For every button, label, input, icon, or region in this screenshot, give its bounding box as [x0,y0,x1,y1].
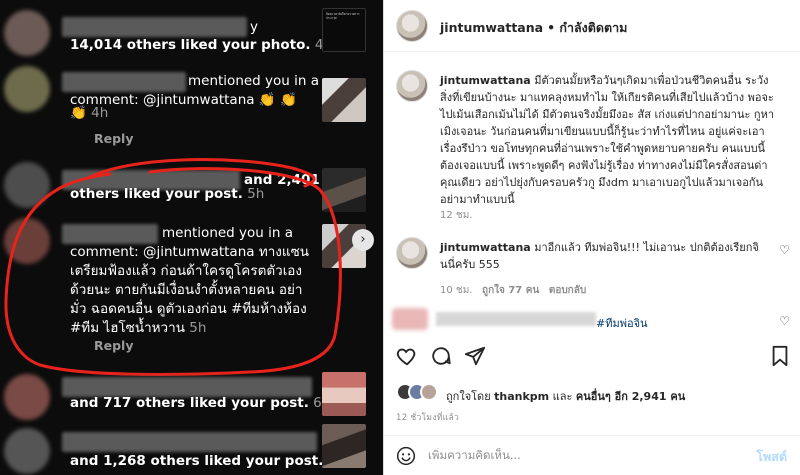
avatar[interactable] [4,428,50,474]
avatar[interactable] [420,383,438,401]
comment-meta: 10 ชม. ถูกใจ 77 คน ตอบกลับ [440,283,586,298]
heart-icon[interactable] [396,345,418,367]
blurred-username [62,432,317,452]
comment-likes[interactable]: ถูกใจ 77 คน [482,285,539,296]
reply-link[interactable]: ตอบกลับ [549,285,586,296]
caption-text: มีตัวตนมั้ยหรือวันๆเกิดมาเพื่อป่วนชีวิตค… [440,74,774,206]
blurred-username [62,72,186,92]
username-link[interactable]: jintumwattana [440,20,543,35]
liked-by-others[interactable]: คนอื่นๆ อีก 2,941 คน [576,390,685,403]
avatar[interactable] [396,237,428,269]
post-header: jintumwattana • กำลังติดตาม [384,0,800,52]
avatar[interactable] [4,218,50,264]
activity-panel: y 14,014 others liked your photo. 4h ปิด… [0,0,383,475]
posted-time: 12 ชั่วโมงที่แล้ว [396,413,460,423]
mention-text[interactable]: mentioned you in a [188,72,319,91]
comment-heart-icon[interactable]: ♡ [779,314,790,328]
post-panel: jintumwattana • กำลังติดตาม jintumwattan… [383,0,800,475]
blurred-username [62,224,158,244]
mention-emoji-line: 👏 4h [70,105,109,121]
share-icon[interactable] [464,345,486,367]
activity-like-text[interactable]: 14,014 others liked your photo. 4h [70,36,332,55]
avatar[interactable] [4,10,50,56]
activity-item[interactable]: y [250,18,258,37]
liked-by-and: และ [552,390,573,403]
avatar[interactable] [396,70,428,102]
hashtag-link[interactable]: #ทีมพ่อจิน [596,314,648,332]
post-actions [384,345,800,375]
post-thumbnail[interactable] [322,168,366,212]
comment: jintumwattana มาอีกแล้ว ทีมพ่อจิน!!! ไม่… [440,239,760,273]
post-thumbnail[interactable] [322,424,366,468]
caption: jintumwattana มีตัวตนมั้ยหรือวันๆเกิดมาเ… [440,72,780,208]
reply-button[interactable]: Reply [94,131,133,146]
blurred-username [62,17,247,37]
liked-by-user[interactable]: thankpm [494,390,549,403]
mention-comment[interactable]: comment: @jintumwattana ทางแซน เตรียมฟ้อ… [70,243,315,338]
emoji-icon[interactable] [396,446,416,466]
avatar[interactable] [396,10,428,42]
liked-by-avatars [396,383,440,401]
caption-time: 12 ชม. [440,210,473,221]
post-thumbnail[interactable] [322,78,366,122]
clap-emoji: 👏 👏 [258,92,297,108]
reply-button[interactable]: Reply [94,338,133,353]
follow-status[interactable]: • กำลังติดตาม [547,20,627,35]
liked-by-prefix: ถูกใจโดย [446,390,491,403]
thumbnail-text: ปิดตะวด่ายิงก็ตามรายการประกาศ [326,12,360,20]
next-arrow-button[interactable]: › [352,229,374,251]
post-comment-button[interactable]: โพสต์ [756,447,787,467]
activity-like-text[interactable]: and 1,268 others liked your post. 6h [70,452,345,471]
post-thumbnail[interactable]: ปิดตะวด่ายิงก็ตามรายการประกาศ [322,8,366,52]
like-count-text: 14,014 others liked your photo. [70,37,311,53]
avatar[interactable] [4,162,50,208]
post-thumbnail[interactable] [322,372,366,416]
comment-time: 10 ชม. [440,285,473,296]
caption-username[interactable]: jintumwattana [440,74,531,87]
comment-username[interactable]: jintumwattana [440,241,531,254]
comment-bar: โพสต์ [384,435,800,475]
comment-input[interactable] [428,448,728,462]
comment-icon[interactable] [430,345,452,367]
comment-heart-icon[interactable]: ♡ [779,243,790,257]
activity-like-text[interactable]: others liked your post. 5h [70,185,264,204]
blurred-avatar [392,308,428,330]
avatar[interactable] [4,374,50,420]
avatar[interactable] [4,66,50,112]
liked-by: ถูกใจโดย thankpm และ คนอื่นๆ อีก 2,941 ค… [446,387,685,405]
activity-like-text[interactable]: and 717 others liked your post. 6h [70,394,330,413]
bookmark-icon[interactable] [769,345,791,367]
header-user: jintumwattana • กำลังติดตาม [440,18,627,38]
blurred-username [436,312,596,326]
mention-text[interactable]: mentioned you in a [162,224,293,243]
